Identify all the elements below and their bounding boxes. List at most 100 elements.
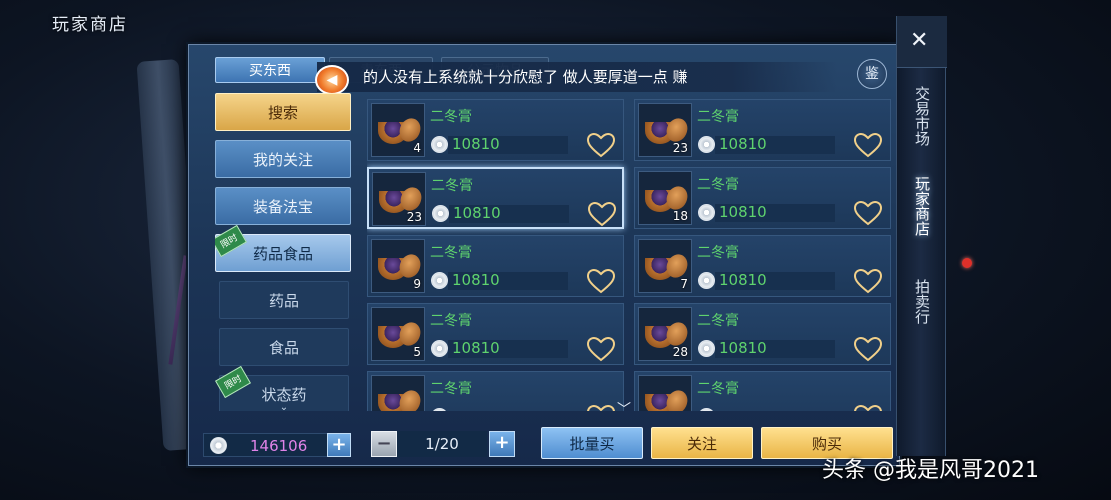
nav-item-player-shop[interactable]: 玩家商店 bbox=[897, 166, 947, 246]
silver-coin-icon bbox=[431, 272, 448, 289]
item-price: 10810 bbox=[452, 135, 500, 153]
item-quantity: 23 bbox=[672, 141, 688, 155]
item-price: 10810 bbox=[453, 204, 501, 222]
item-thumbnail bbox=[371, 375, 425, 411]
item-quantity: 9 bbox=[413, 277, 421, 291]
follow-button[interactable]: 关注 bbox=[651, 427, 753, 459]
item-name: 二冬膏 bbox=[697, 109, 739, 125]
item-grid: 4 二冬膏 10810 23 二冬膏 10810 23 二冬膏 10810 18… bbox=[367, 99, 892, 411]
shop-panel: 买东西 卖东西 公示物品 的人没有上系统就十分欣慰了 做人要厚道一点 赚 ◀ 鉴… bbox=[188, 44, 900, 466]
item-card[interactable]: 二冬膏 bbox=[367, 371, 624, 411]
notification-dot bbox=[962, 258, 972, 268]
nav-item-market[interactable]: 交易市场 bbox=[897, 76, 947, 156]
sidebar-subitem-food[interactable]: 食品 bbox=[219, 328, 349, 366]
item-price: 10810 bbox=[452, 339, 500, 357]
silver-coin-icon bbox=[698, 204, 715, 221]
item-card[interactable]: 9 二冬膏 10810 bbox=[367, 235, 624, 297]
item-card[interactable]: 4 二冬膏 10810 bbox=[367, 99, 624, 161]
item-card-selected[interactable]: 23 二冬膏 10810 bbox=[367, 167, 624, 229]
scene-title: 玩家商店 bbox=[52, 15, 128, 35]
item-quantity: 4 bbox=[413, 141, 421, 155]
announcement-banner: 的人没有上系统就十分欣慰了 做人要厚道一点 赚 bbox=[317, 62, 837, 92]
silver-coin-icon bbox=[698, 272, 715, 289]
item-card[interactable]: 23 二冬膏 10810 bbox=[634, 99, 891, 161]
item-name: 二冬膏 bbox=[430, 109, 472, 125]
batch-buy-button[interactable]: 批量买 bbox=[541, 427, 643, 459]
scroll-down-chevron-icon[interactable]: ﹀ bbox=[617, 399, 631, 419]
item-name: 二冬膏 bbox=[430, 245, 472, 261]
item-name: 二冬膏 bbox=[697, 245, 739, 261]
item-price: 10810 bbox=[719, 135, 767, 153]
heart-icon[interactable] bbox=[853, 132, 883, 158]
category-sidebar: 搜索 我的关注 装备法宝 限时 药品食品 药品 食品 限时 状态药 ⌄ bbox=[215, 93, 353, 411]
heart-icon[interactable] bbox=[586, 268, 616, 294]
item-name: 二冬膏 bbox=[697, 313, 739, 329]
item-quantity: 18 bbox=[672, 209, 688, 223]
silver-coin-icon bbox=[431, 408, 448, 411]
item-name: 二冬膏 bbox=[430, 313, 472, 329]
heart-icon[interactable] bbox=[586, 132, 616, 158]
tab-buy[interactable]: 买东西 bbox=[215, 57, 325, 83]
item-name: 二冬膏 bbox=[431, 178, 473, 194]
heart-icon[interactable] bbox=[853, 404, 883, 411]
heart-icon[interactable] bbox=[586, 336, 616, 362]
watermark: 头条 @我是风哥2021 bbox=[822, 458, 1039, 483]
item-card[interactable]: 二冬膏 bbox=[634, 371, 891, 411]
heart-icon[interactable] bbox=[586, 404, 616, 411]
silver-coin-icon bbox=[698, 136, 715, 153]
heart-icon[interactable] bbox=[853, 268, 883, 294]
item-name: 二冬膏 bbox=[430, 381, 472, 397]
heart-icon[interactable] bbox=[587, 201, 617, 227]
page-indicator: 1/20 bbox=[397, 431, 487, 457]
item-thumbnail: 7 bbox=[638, 239, 692, 293]
sidebar-subitem-medicine[interactable]: 药品 bbox=[219, 281, 349, 319]
item-quantity: 5 bbox=[413, 345, 421, 359]
item-price: 10810 bbox=[452, 271, 500, 289]
limited-time-badge: 限时 bbox=[215, 365, 251, 399]
item-thumbnail: 4 bbox=[371, 103, 425, 157]
item-thumbnail: 28 bbox=[638, 307, 692, 361]
item-thumbnail: 5 bbox=[371, 307, 425, 361]
heart-icon[interactable] bbox=[853, 200, 883, 226]
silver-coin-icon bbox=[431, 340, 448, 357]
item-thumbnail: 18 bbox=[638, 171, 692, 225]
silver-coin-icon bbox=[431, 136, 448, 153]
item-quantity: 7 bbox=[680, 277, 688, 291]
next-page-button[interactable]: + bbox=[489, 431, 515, 457]
item-card[interactable]: 18 二冬膏 10810 bbox=[634, 167, 891, 229]
currency-amount: 146106 bbox=[250, 437, 308, 455]
item-thumbnail: 9 bbox=[371, 239, 425, 293]
silver-coin-icon bbox=[210, 437, 227, 454]
sidebar-item-equipment[interactable]: 装备法宝 bbox=[215, 187, 351, 225]
sidebar-item-search[interactable]: 搜索 bbox=[215, 93, 351, 131]
item-name: 二冬膏 bbox=[697, 177, 739, 193]
silver-coin-icon bbox=[698, 408, 715, 411]
item-quantity: 23 bbox=[406, 210, 422, 224]
close-icon[interactable]: ✕ bbox=[910, 28, 928, 53]
sidebar-item-label: 药品食品 bbox=[252, 245, 313, 263]
right-nav-scroll: ✕ 交易市场 玩家商店 拍卖行 bbox=[896, 16, 972, 456]
heart-icon[interactable] bbox=[853, 336, 883, 362]
silver-coin-icon bbox=[432, 205, 449, 222]
add-currency-button[interactable]: + bbox=[327, 433, 351, 457]
item-card[interactable]: 7 二冬膏 10810 bbox=[634, 235, 891, 297]
item-thumbnail bbox=[638, 375, 692, 411]
item-price: 10810 bbox=[719, 339, 767, 357]
item-card[interactable]: 5 二冬膏 10810 bbox=[367, 303, 624, 365]
item-price: 10810 bbox=[719, 203, 767, 221]
item-price: 10810 bbox=[719, 271, 767, 289]
bottom-bar: 146106 + − 1/20 + 批量买 关注 购买 bbox=[189, 417, 901, 467]
appraise-button[interactable]: 鉴 bbox=[857, 59, 887, 89]
speaker-icon[interactable]: ◀ bbox=[315, 65, 349, 95]
sidebar-subitem-status-potion[interactable]: 限时 状态药 ⌄ bbox=[215, 365, 349, 412]
item-quantity: 28 bbox=[672, 345, 688, 359]
item-thumbnail: 23 bbox=[372, 172, 426, 226]
prev-page-button[interactable]: − bbox=[371, 431, 397, 457]
chevron-down-icon: ⌄ bbox=[279, 402, 289, 412]
sidebar-item-my-follows[interactable]: 我的关注 bbox=[215, 140, 351, 178]
item-card[interactable]: 28 二冬膏 10810 bbox=[634, 303, 891, 365]
item-thumbnail: 23 bbox=[638, 103, 692, 157]
silver-coin-icon bbox=[698, 340, 715, 357]
nav-item-auction[interactable]: 拍卖行 bbox=[897, 266, 947, 336]
sidebar-item-medicine-food[interactable]: 限时 药品食品 bbox=[215, 224, 351, 272]
